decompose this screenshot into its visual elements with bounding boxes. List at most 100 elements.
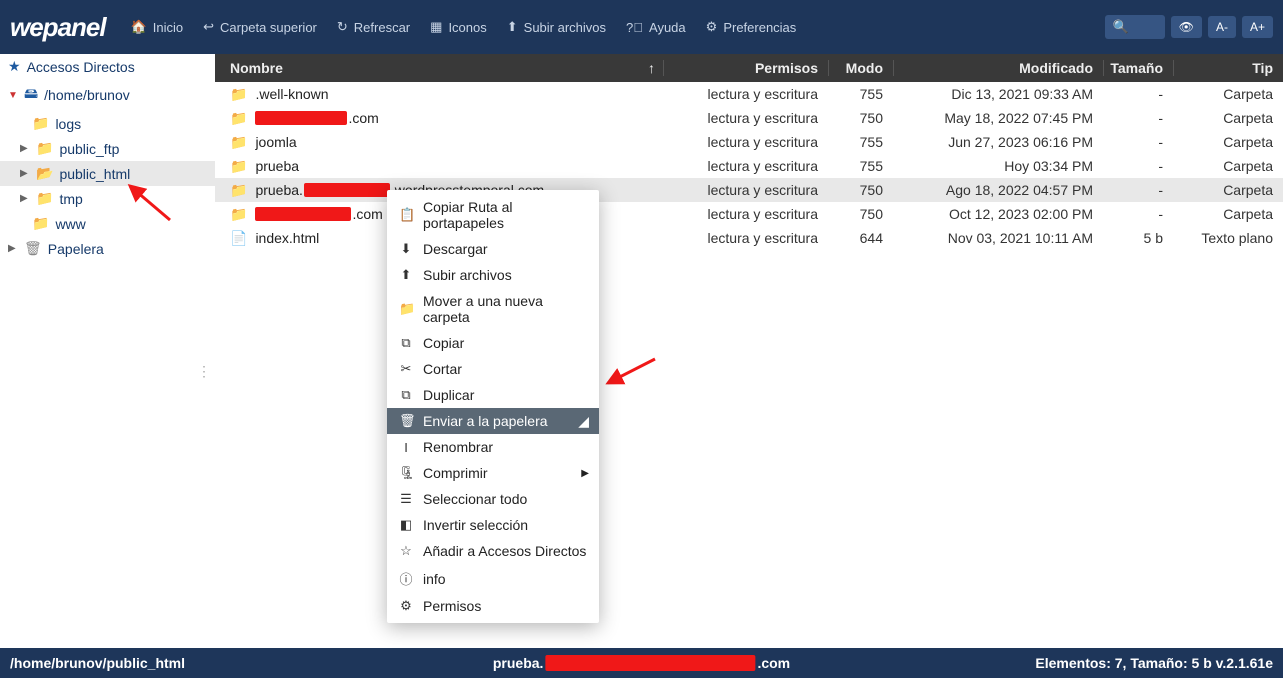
statusbar-current-file: prueba. .com	[493, 655, 790, 671]
table-row[interactable]: 📁.well-known lectura y escritura 755 Dic…	[215, 82, 1283, 106]
sidebar-shortcuts[interactable]: ★ Accesos Directos	[0, 54, 215, 79]
context-menu-item[interactable]: ⬇ Descargar	[387, 236, 599, 262]
col-header-name[interactable]: Nombre ↑	[215, 60, 663, 76]
file-listing: Nombre ↑ Permisos Modo Modificado Tamaño…	[215, 54, 1283, 648]
folder-icon: 📁	[32, 215, 49, 232]
eye-icon: 👁	[1179, 20, 1194, 34]
context-menu-item[interactable]: 📁Mover a una nueva carpeta	[387, 288, 599, 330]
nav-preferences[interactable]: ⚙ Preferencias	[696, 11, 807, 43]
main-area: ★ Accesos Directos ▼ 🖴 /home/brunov 📁 lo…	[0, 54, 1283, 648]
search-input[interactable]: 🔍	[1105, 15, 1165, 39]
table-row[interactable]: 📁.com lectura y escritura 750 Oct 12, 20…	[215, 202, 1283, 226]
sidebar-item-label: www	[55, 216, 85, 232]
table-row[interactable]: 📄index.html lectura y escritura 644 Nov …	[215, 226, 1283, 250]
context-menu-item[interactable]: ⓘinfo	[387, 564, 599, 593]
menu-item-icon: 🗜	[399, 465, 413, 481]
sidebar-item-www[interactable]: 📁 www	[0, 211, 215, 236]
sidebar-item-label: public_ftp	[59, 141, 119, 157]
file-name: joomla	[255, 134, 296, 150]
sidebar-resize-handle[interactable]: ⋮⋮	[207, 351, 215, 391]
context-menu-item[interactable]: ⧉Copiar	[387, 330, 599, 356]
caret-right-icon[interactable]: ▶	[8, 243, 18, 254]
file-mode: 750	[828, 182, 893, 198]
nav-upload[interactable]: ⬆ Subir archivos	[497, 11, 616, 43]
nav-icons-view[interactable]: ▦ Iconos	[420, 11, 497, 43]
menu-item-label: Renombrar	[423, 439, 493, 455]
redacted-text	[255, 207, 351, 221]
menu-item-label: Mover a una nueva carpeta	[423, 293, 587, 325]
context-menu-item[interactable]: ✂Cortar	[387, 356, 599, 382]
topbar: wepanel 🏠 Inicio ↩ Carpeta superior ↻ Re…	[0, 0, 1283, 54]
table-row[interactable]: 📁prueba lectura y escritura 755 Hoy 03:3…	[215, 154, 1283, 178]
menu-item-icon: ⧉	[399, 335, 413, 351]
preview-toggle[interactable]: 👁	[1171, 16, 1202, 38]
context-menu-item[interactable]: ☆Añadir a Accesos Directos	[387, 538, 599, 564]
refresh-icon: ↻	[337, 19, 348, 35]
font-increase[interactable]: A+	[1242, 16, 1273, 38]
menu-item-label: Descargar	[423, 241, 488, 257]
caret-right-icon[interactable]: ▶	[20, 193, 30, 204]
caret-down-icon[interactable]: ▼	[8, 90, 18, 101]
file-name: index.html	[255, 230, 319, 246]
file-mode: 755	[828, 86, 893, 102]
file-icon: 📄	[230, 230, 247, 247]
menu-item-icon: ⬆	[399, 267, 413, 283]
context-menu-item[interactable]: 🗜Comprimir▶	[387, 460, 599, 486]
context-menu-item[interactable]: 📋Copiar Ruta al portapapeles	[387, 194, 599, 236]
context-menu-item[interactable]: 🗑Enviar a la papelera◢	[387, 408, 599, 434]
col-header-perms[interactable]: Permisos	[663, 60, 828, 76]
statusbar-summary: Elementos: 7, Tamaño: 5 b v.2.1.61e	[1035, 655, 1273, 671]
sidebar-item-label: public_html	[59, 166, 130, 182]
menu-item-label: Subir archivos	[423, 267, 512, 283]
file-mode: 755	[828, 134, 893, 150]
caret-right-icon[interactable]: ▶	[20, 143, 30, 154]
nav-refresh[interactable]: ↻ Refrescar	[327, 11, 420, 43]
up-arrow-icon: ↩	[203, 19, 214, 35]
nav-refresh-label: Refrescar	[354, 20, 410, 35]
context-menu-item[interactable]: ⧉Duplicar	[387, 382, 599, 408]
upload-icon: ⬆	[507, 19, 518, 35]
file-perms: lectura y escritura	[663, 230, 828, 246]
file-size: -	[1103, 134, 1173, 150]
file-type: Carpeta	[1173, 158, 1283, 174]
nav-help-label: Ayuda	[649, 20, 686, 35]
folder-icon: 📁	[36, 190, 53, 207]
sidebar-item-public-html[interactable]: ▶ 📂 public_html	[0, 161, 215, 186]
nav-home[interactable]: 🏠 Inicio	[121, 11, 194, 43]
sidebar-home-path[interactable]: ▼ 🖴 /home/brunov	[0, 79, 215, 111]
file-modified: Hoy 03:34 PM	[893, 158, 1103, 174]
file-perms: lectura y escritura	[663, 86, 828, 102]
menu-item-label: Copiar Ruta al portapapeles	[423, 199, 587, 231]
menu-item-icon: 🗑	[399, 413, 413, 429]
search-icon: 🔍	[1113, 19, 1129, 35]
table-row[interactable]: 📁joomla lectura y escritura 755 Jun 27, …	[215, 130, 1283, 154]
sort-asc-icon[interactable]: ↑	[648, 60, 655, 76]
nav-parent-folder[interactable]: ↩ Carpeta superior	[193, 11, 327, 43]
context-menu-item[interactable]: ☰Seleccionar todo	[387, 486, 599, 512]
table-row[interactable]: 📁.com lectura y escritura 750 May 18, 20…	[215, 106, 1283, 130]
caret-right-icon[interactable]: ▶	[20, 168, 30, 179]
sidebar-item-public-ftp[interactable]: ▶ 📁 public_ftp	[0, 136, 215, 161]
nav-help[interactable]: ?⃝ Ayuda	[616, 12, 696, 43]
col-header-modified[interactable]: Modificado	[893, 60, 1103, 76]
file-mode: 755	[828, 158, 893, 174]
col-header-size[interactable]: Tamaño	[1103, 60, 1173, 76]
menu-item-label: Añadir a Accesos Directos	[423, 543, 586, 559]
context-menu-item[interactable]: ◧Invertir selección	[387, 512, 599, 538]
menu-item-label: Comprimir	[423, 465, 488, 481]
star-icon: ★	[8, 58, 21, 75]
table-row[interactable]: 📁prueba..wordpresstemporal.com lectura y…	[215, 178, 1283, 202]
sidebar-trash[interactable]: ▶ 🗑 Papelera	[0, 236, 215, 261]
sidebar-item-logs[interactable]: 📁 logs	[0, 111, 215, 136]
context-menu-item[interactable]: ⚙Permisos	[387, 593, 599, 619]
context-menu-item[interactable]: IRenombrar	[387, 434, 599, 460]
sidebar-item-tmp[interactable]: ▶ 📁 tmp	[0, 186, 215, 211]
col-header-mode[interactable]: Modo	[828, 60, 893, 76]
context-menu-item[interactable]: ⬆ Subir archivos	[387, 262, 599, 288]
file-size: -	[1103, 182, 1173, 198]
col-header-type[interactable]: Tip	[1173, 60, 1283, 76]
menu-item-icon: ◧	[399, 517, 413, 533]
font-decrease[interactable]: A-	[1208, 16, 1236, 38]
sidebar-home-label: /home/brunov	[44, 87, 130, 103]
menu-item-icon: ⬇	[399, 241, 413, 257]
